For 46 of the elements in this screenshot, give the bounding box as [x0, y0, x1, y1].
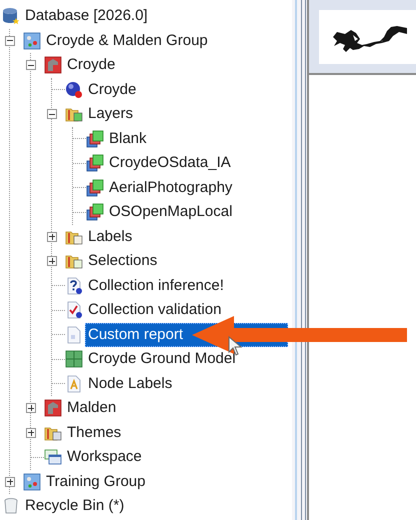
label-icon [65, 374, 83, 393]
tree-item[interactable]: Themes [64, 422, 124, 444]
tree-item[interactable]: Collection inference! [85, 274, 227, 297]
help-document-icon [65, 276, 83, 295]
tree-item[interactable]: Node Labels [85, 372, 176, 395]
layers-icon [86, 178, 104, 197]
layers-icon [86, 154, 104, 172]
group-icon [23, 472, 41, 491]
grid-icon [65, 350, 83, 368]
tree-item[interactable]: Layers [85, 103, 136, 126]
document-icon [65, 326, 83, 344]
tree-item[interactable]: Croyde Ground Model [85, 348, 239, 370]
expand-toggle[interactable] [47, 256, 57, 266]
tree-item[interactable]: Croyde [64, 54, 118, 76]
layers-icon [86, 130, 104, 148]
database-icon [2, 7, 20, 26]
sphere-icon [65, 80, 83, 99]
network-icon [44, 399, 62, 418]
tree-item[interactable]: Croyde [85, 78, 140, 101]
tree-item[interactable]: Workspace [64, 446, 145, 468]
tree-item[interactable]: OSOpenMapLocal [106, 201, 236, 224]
tree-item[interactable]: Collection validation [85, 299, 224, 322]
tree-item[interactable]: Training Group [43, 470, 148, 493]
expand-toggle[interactable] [5, 36, 15, 46]
tree-item[interactable]: CroydeOSdata_IA [106, 152, 234, 174]
splitter[interactable] [292, 0, 309, 520]
checklist-icon [65, 301, 83, 320]
window-icon [44, 448, 62, 466]
expand-toggle[interactable] [47, 109, 57, 120]
tree-item[interactable]: Malden [64, 397, 120, 420]
tree-item[interactable]: Recycle Bin (*) [22, 495, 128, 518]
layers-icon [86, 203, 104, 222]
expand-toggle[interactable] [26, 403, 36, 414]
expand-toggle[interactable] [26, 428, 36, 438]
tree-item[interactable]: AerialPhotography [106, 176, 236, 199]
tree-item[interactable]: Database [2026.0] [22, 5, 151, 28]
expand-toggle[interactable] [26, 60, 36, 70]
expand-toggle[interactable] [5, 476, 15, 487]
network-icon [44, 56, 62, 74]
tree-item[interactable]: Blank [106, 128, 150, 150]
tree-item[interactable]: Selections [85, 250, 160, 272]
trash-icon [2, 497, 20, 516]
tree-item[interactable]: Croyde & Malden Group [43, 30, 211, 52]
group-icon [23, 32, 41, 50]
expand-toggle[interactable] [47, 232, 57, 242]
tree-item[interactable]: Labels [85, 226, 136, 248]
